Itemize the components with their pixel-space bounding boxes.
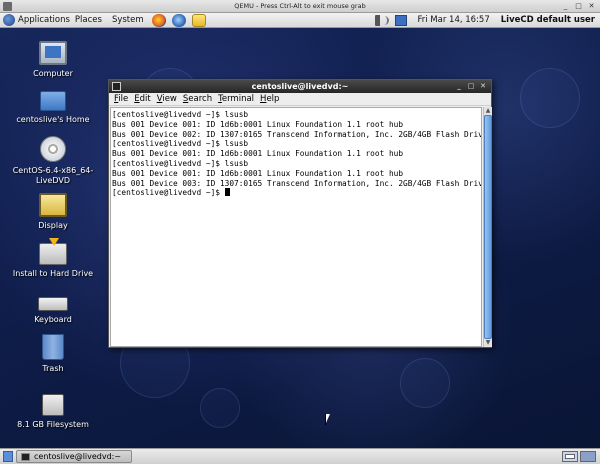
qemu-app-icon [3, 2, 12, 11]
terminal-line: Bus 001 Device 001: ID 1d6b:0001 Linux F… [112, 119, 404, 129]
desktop-icon-livedvd[interactable]: CentOS-6.4-x86_64- LiveDVD [1, 136, 105, 186]
dvd-icon [40, 136, 66, 162]
terminal-app-icon[interactable] [112, 82, 121, 91]
install-icon [39, 238, 67, 265]
qemu-maximize-button[interactable]: □ [573, 1, 584, 11]
thunderbird-icon[interactable] [171, 13, 186, 27]
desktop-icon-display[interactable]: Display [1, 193, 105, 231]
taskbar-item-label: centoslive@livedvd:~ [34, 452, 122, 461]
terminal-line: Bus 001 Device 002: ID 1307:0165 Transce… [112, 129, 482, 139]
terminal-line: [centoslive@livedvd ~]$ lsusb [112, 110, 249, 119]
mouse-pointer-icon [325, 414, 330, 425]
terminal-prompt-line[interactable]: [centoslive@livedvd ~]$ [112, 188, 481, 198]
network-icon[interactable] [395, 14, 408, 26]
clock[interactable]: Fri Mar 14, 16:57 [411, 15, 495, 25]
desktop-icon-label: CentOS-6.4-x86_64- [12, 166, 94, 175]
trash-icon [42, 334, 64, 360]
desktop-icon-label: Trash [42, 364, 64, 373]
qemu-title-bar: QEMU - Press Ctrl-Alt to exit mouse grab… [0, 0, 600, 13]
keyboard-icon [38, 297, 68, 311]
workspace-1[interactable] [562, 451, 578, 462]
desktop-icon-label: Display [38, 221, 68, 230]
desktop-icon-filesystem[interactable]: 8.1 GB Filesystem [1, 394, 105, 430]
desktop-icon-label-line2: LiveDVD [36, 176, 70, 185]
show-desktop-icon[interactable] [3, 451, 13, 462]
desktop-icon-keyboard[interactable]: Keyboard [1, 291, 105, 325]
wallpaper-bubble [200, 388, 240, 428]
maximize-button[interactable]: □ [466, 81, 476, 91]
workspace-switcher[interactable] [562, 451, 596, 462]
menu-terminal[interactable]: Terminal [215, 94, 257, 104]
terminal-window[interactable]: centoslive@livedvd:~ _ □ ✕ File Edit Vie… [108, 79, 492, 348]
terminal-output[interactable]: [centoslive@livedvd ~]$ lsusb Bus 001 Dev… [110, 107, 482, 347]
terminal-task-icon [21, 452, 30, 461]
firefox-icon[interactable] [151, 13, 166, 27]
menu-edit[interactable]: Edit [131, 94, 153, 104]
scrollbar-thumb[interactable] [484, 115, 492, 339]
scroll-up-arrow-icon[interactable]: ▲ [484, 107, 492, 115]
places-menu[interactable]: Places [70, 13, 107, 28]
wallpaper-bubble [400, 358, 450, 408]
menu-search[interactable]: Search [180, 94, 215, 104]
terminal-line: Bus 001 Device 001: ID 1d6b:0001 Linux F… [112, 168, 404, 178]
taskbar-item-terminal[interactable]: centoslive@livedvd:~ [16, 450, 132, 463]
applications-menu-label: Applications [18, 15, 70, 25]
usb-drive-icon [42, 394, 64, 416]
terminal-line: Bus 001 Device 003: ID 1307:0165 Transce… [112, 178, 482, 188]
computer-icon [39, 41, 67, 65]
terminal-prompt: [centoslive@livedvd ~]$ [112, 188, 225, 198]
bottom-panel: centoslive@livedvd:~ [0, 448, 600, 464]
workspace-2[interactable] [580, 451, 596, 462]
wallpaper-bubble [520, 68, 580, 128]
menu-view[interactable]: View [154, 94, 180, 104]
applications-menu[interactable]: Applications [0, 14, 70, 26]
desktop-icon-label: Computer [33, 69, 73, 78]
gnome-foot-icon [3, 14, 15, 26]
terminal-scrollbar[interactable]: ▲ ▼ [483, 107, 492, 347]
text-cursor [224, 188, 230, 197]
terminal-title: centoslive@livedvd:~ [251, 82, 349, 91]
terminal-menubar: File Edit View Search Terminal Help [109, 93, 491, 106]
terminal-line: [centoslive@livedvd ~]$ lsusb [112, 139, 249, 149]
volume-icon[interactable] [375, 14, 390, 26]
minimize-button[interactable]: _ [454, 81, 464, 91]
menu-file[interactable]: File [111, 94, 131, 104]
desktop-icon-install[interactable]: Install to Hard Drive [1, 238, 105, 279]
desktop-icon-computer[interactable]: Computer [1, 41, 105, 79]
desktop-icon-label: Keyboard [34, 315, 72, 324]
system-menu[interactable]: System [107, 13, 149, 28]
workspace-window-preview [565, 454, 575, 459]
desktop-icon-label: Install to Hard Drive [12, 269, 94, 278]
home-folder-icon [40, 91, 66, 111]
close-button[interactable]: ✕ [478, 81, 488, 91]
user-menu[interactable]: LiveCD default user [496, 15, 600, 25]
qemu-close-button[interactable]: ✕ [586, 1, 597, 11]
scroll-down-arrow-icon[interactable]: ▼ [484, 339, 492, 347]
terminal-title-bar[interactable]: centoslive@livedvd:~ _ □ ✕ [109, 80, 491, 93]
desktop-icon-home[interactable]: centoslive's Home [1, 91, 105, 125]
qemu-minimize-button[interactable]: _ [560, 1, 571, 11]
desktop-icon-trash[interactable]: Trash [1, 334, 105, 374]
top-panel: Applications Places System Fri Mar 14, 1… [0, 13, 600, 28]
qemu-title: QEMU - Press Ctrl-Alt to exit mouse grab [234, 2, 366, 10]
menu-help[interactable]: Help [257, 94, 282, 104]
terminal-line: Bus 001 Device 001: ID 1d6b:0001 Linux F… [112, 149, 404, 159]
display-icon [39, 193, 67, 217]
text-editor-icon[interactable] [191, 13, 206, 27]
desktop-icon-label: 8.1 GB Filesystem [17, 420, 89, 429]
terminal-line: [centoslive@livedvd ~]$ lsusb [112, 158, 249, 168]
desktop-icon-label: centoslive's Home [16, 115, 90, 124]
